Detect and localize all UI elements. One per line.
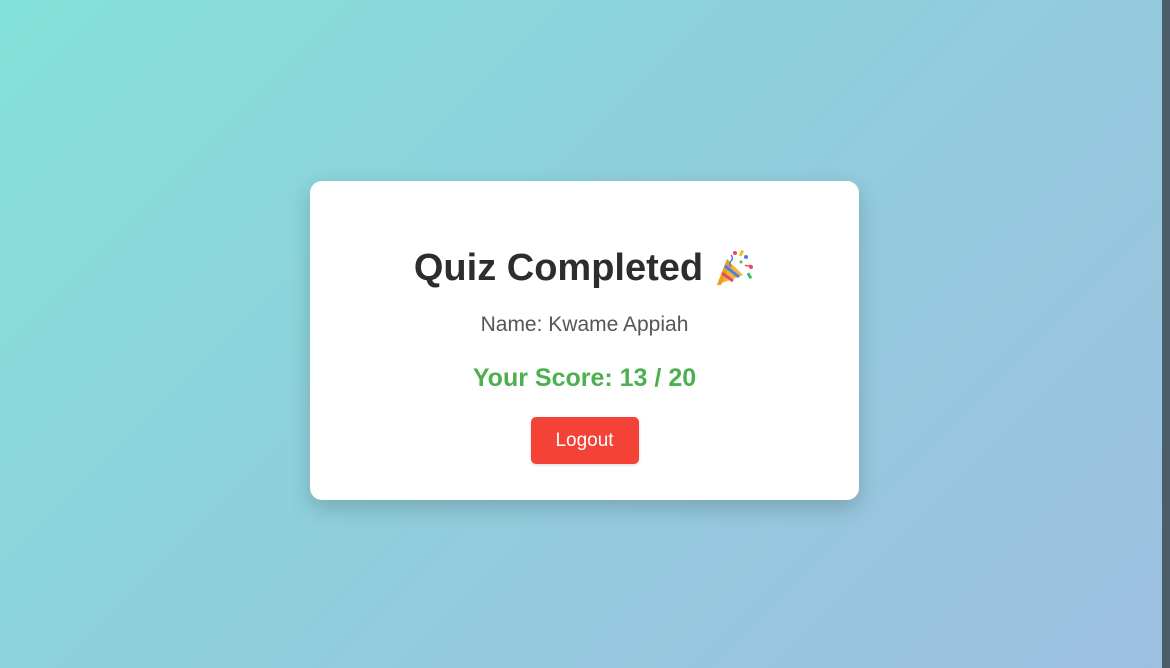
name-value: Kwame Appiah bbox=[548, 313, 689, 336]
score-separator: / bbox=[654, 364, 662, 392]
logout-button[interactable]: Logout bbox=[530, 417, 639, 464]
page-title: Quiz Completed bbox=[413, 247, 704, 289]
result-card: Quiz Completed Name: Kwame Appiah Your S… bbox=[310, 181, 859, 500]
name-label: Name: bbox=[480, 313, 543, 336]
window-edge bbox=[1162, 0, 1170, 668]
score-line: Your Score: 13 / 20 bbox=[310, 363, 859, 393]
score-total: 20 bbox=[668, 364, 697, 392]
user-name-line: Name: Kwame Appiah bbox=[310, 312, 859, 338]
score-label: Your Score: bbox=[472, 364, 613, 392]
title-row: Quiz Completed bbox=[310, 245, 859, 291]
score-value: 13 bbox=[619, 364, 648, 392]
party-popper-icon bbox=[713, 247, 755, 289]
